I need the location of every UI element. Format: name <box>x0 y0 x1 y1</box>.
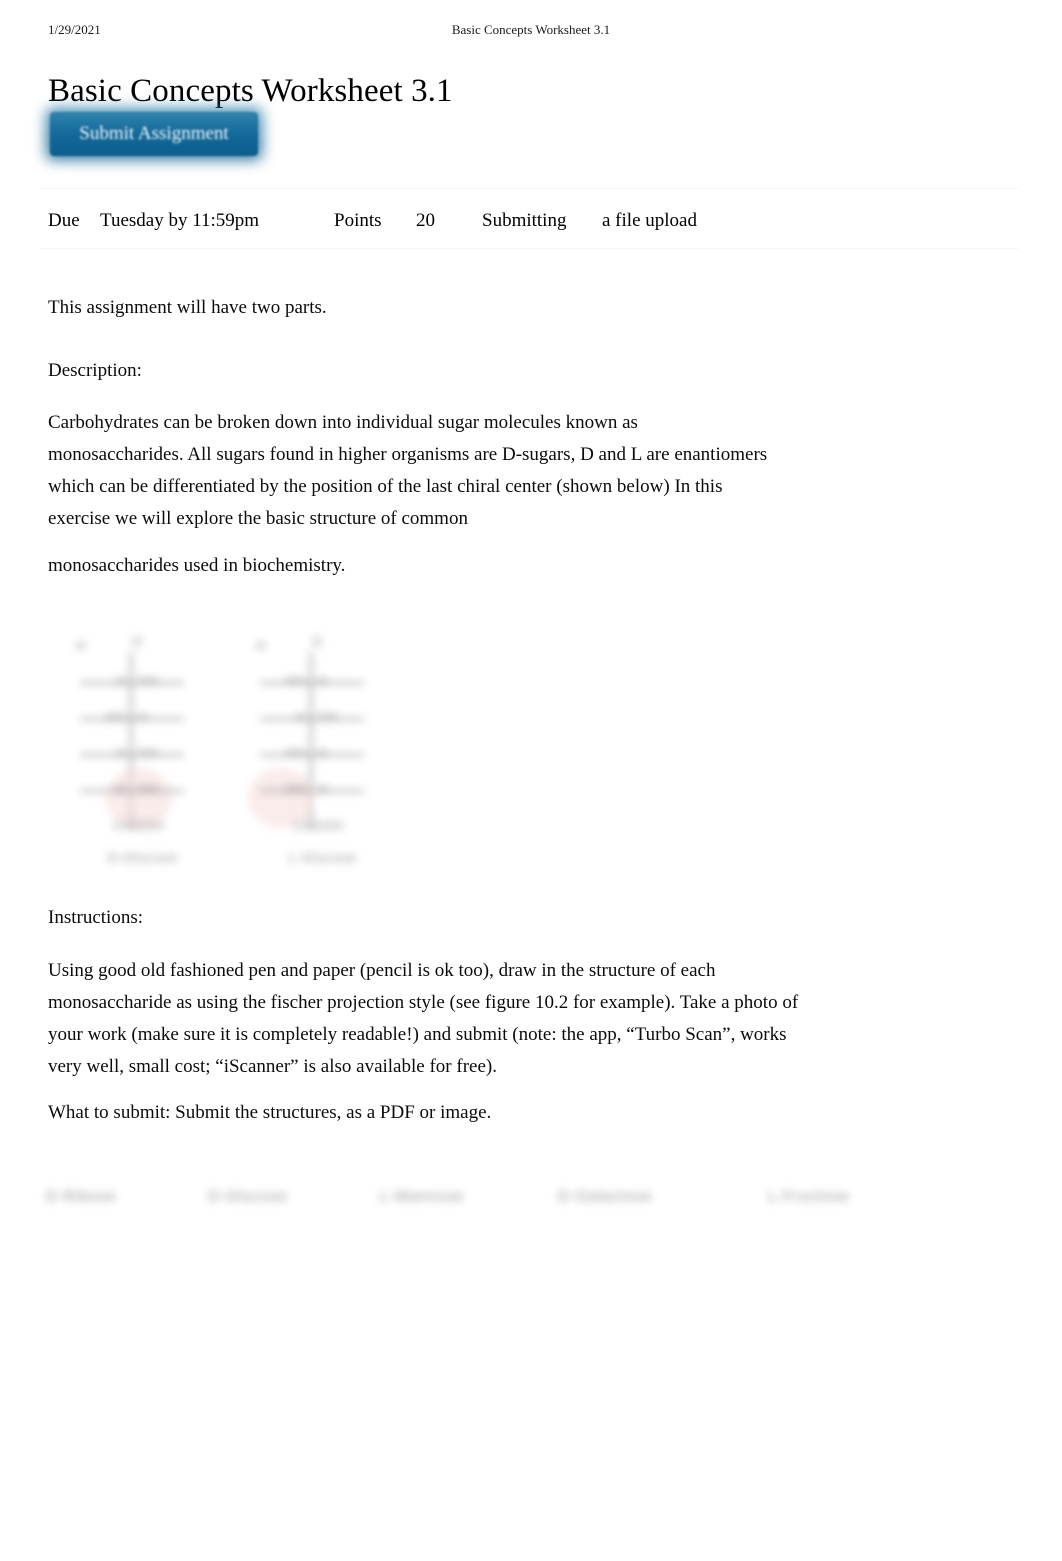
what-to-submit: What to submit: Submit the structures, a… <box>48 1102 492 1123</box>
figure-caption-l: L-Glucose <box>288 850 358 865</box>
carbonyl-o-d: O <box>132 634 145 649</box>
carbonyl-h-l: H <box>256 638 268 653</box>
instructions-paragraph: Using good old fashioned pen and paper (… <box>48 960 799 1077</box>
substituent-left: H <box>116 674 126 688</box>
submit-assignment-button[interactable]: Submit Assignment <box>50 112 258 156</box>
bond-bar <box>260 790 364 792</box>
submit-assignment-wrapper[interactable]: Submit Assignment <box>46 108 262 160</box>
bond-bar <box>260 754 364 756</box>
fischer-row: HO H <box>238 782 408 800</box>
carbonyl-h-d: H <box>76 638 88 653</box>
description-paragraph: Carbohydrates can be broken down into in… <box>48 412 768 529</box>
carbonyl-group-l: H O <box>256 634 386 658</box>
carbonyl-group-d: H O <box>76 634 206 658</box>
submitting-value: a file upload <box>602 210 697 231</box>
substituent-left: HO <box>286 746 306 760</box>
sugar-label: D-Glucose <box>208 1188 288 1205</box>
fischer-row: HO H <box>58 710 228 728</box>
assignment-meta-row: Due Tuesday by 11:59pm Points 20 Submitt… <box>48 207 1018 235</box>
terminal-group-d: CH2OH <box>113 818 165 833</box>
description-label: Description: <box>48 360 142 381</box>
bond-bar <box>80 754 184 756</box>
sugar-label: D-Galactose <box>558 1188 653 1205</box>
substituent-right: OH <box>138 674 158 688</box>
fischer-row: H OH <box>238 710 408 728</box>
substituent-left: HO <box>286 674 306 688</box>
fischer-row: H OH <box>58 674 228 692</box>
substituent-right: OH <box>138 782 158 796</box>
print-doc-title: Basic Concepts Worksheet 3.1 <box>451 22 611 37</box>
fischer-projection-figure: H O H OH HO H H OH H OH CH2OH D-Glucose <box>48 626 408 878</box>
substituent-right: OH <box>318 710 338 724</box>
meta-divider-top <box>40 188 1018 189</box>
fischer-structure-d: H O H OH HO H H OH H OH CH2OH D-Glucose <box>58 626 228 878</box>
fischer-structure-l: H O HO H H OH HO H HO H CH2OH L-Glucose <box>238 626 408 878</box>
page-title: Basic Concepts Worksheet 3.1 <box>48 73 453 110</box>
print-header: 1/29/2021 Basic Concepts Worksheet 3.1 <box>0 22 1062 40</box>
substituent-right: H <box>138 710 148 724</box>
figure-caption-d: D-Glucose <box>107 850 179 865</box>
substituent-right: OH <box>138 746 158 760</box>
substituent-right: H <box>318 674 328 688</box>
meta-divider-bottom <box>40 248 1018 249</box>
description-paragraph-cont: monosaccharides used in biochemistry. <box>48 555 346 576</box>
substituent-left: H <box>116 746 126 760</box>
submitting-label: Submitting <box>482 210 567 231</box>
instructions-label: Instructions: <box>48 907 143 928</box>
substituent-left: HO <box>106 710 126 724</box>
intro-paragraph: This assignment will have two parts. <box>48 297 327 318</box>
terminal-group-l: CH2OH <box>293 818 345 833</box>
substituent-left: H <box>116 782 126 796</box>
sugar-label: L-Fructose <box>768 1188 850 1205</box>
substituent-left: HO <box>286 782 306 796</box>
due-value: Tuesday by 11:59pm <box>100 210 260 231</box>
substituent-left: H <box>296 710 306 724</box>
fischer-row: H OH <box>58 746 228 764</box>
substituent-right: H <box>318 782 328 796</box>
bond-bar <box>80 718 184 720</box>
sugar-name-row: D-Ribose D-Glucose L-Mannose D-Galactose… <box>40 1188 920 1224</box>
bond-bar <box>260 718 364 720</box>
due-label: Due <box>48 210 80 231</box>
carbonyl-o-l: O <box>312 634 325 649</box>
fischer-row: HO H <box>238 674 408 692</box>
points-value: 20 <box>416 210 435 231</box>
points-label: Points <box>334 210 382 231</box>
fischer-row: H OH <box>58 782 228 800</box>
bond-bar <box>260 682 364 684</box>
bond-bar <box>80 790 184 792</box>
sugar-label: L-Mannose <box>380 1188 465 1205</box>
substituent-right: H <box>318 746 328 760</box>
sugar-label: D-Ribose <box>46 1188 117 1205</box>
bond-bar <box>80 682 184 684</box>
fischer-row: HO H <box>238 746 408 764</box>
